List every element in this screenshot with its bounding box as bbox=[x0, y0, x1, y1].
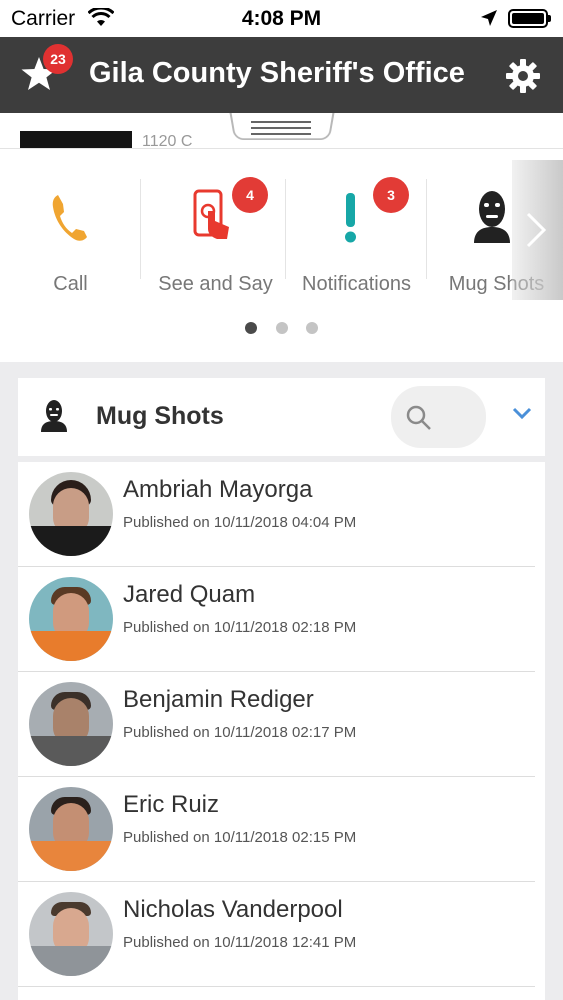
list-item[interactable]: Ambriah Mayorga Published on 10/11/2018 … bbox=[18, 462, 545, 567]
app-title: Gila County Sheriff's Office bbox=[89, 57, 465, 89]
divider bbox=[18, 986, 535, 987]
person-name: Benjamin Rediger bbox=[123, 686, 314, 713]
person-name: Ambriah Mayorga bbox=[123, 476, 313, 503]
published-date: Published on 10/11/2018 02:15 PM bbox=[123, 829, 357, 846]
action-see-and-say[interactable]: 4 See and Say bbox=[145, 149, 286, 309]
action-label: Notifications bbox=[302, 273, 411, 295]
published-date: Published on 10/11/2018 04:04 PM bbox=[123, 514, 357, 531]
search-button[interactable] bbox=[391, 386, 486, 448]
quick-actions-carousel: Call 4 See and Say 3 Notifications Mug S… bbox=[0, 148, 563, 362]
action-notifications[interactable]: 3 Notifications bbox=[286, 149, 427, 309]
battery-icon bbox=[508, 9, 551, 28]
carousel-next-button[interactable] bbox=[512, 160, 563, 300]
carousel-page-indicator[interactable] bbox=[0, 321, 563, 339]
published-date: Published on 10/11/2018 02:18 PM bbox=[123, 619, 357, 636]
see-and-say-badge: 4 bbox=[232, 177, 268, 213]
panel-title: Mug Shots bbox=[96, 402, 224, 430]
list-item[interactable]: Benjamin Rediger Published on 10/11/2018… bbox=[18, 672, 545, 777]
peek-image bbox=[20, 131, 132, 148]
list-item[interactable]: Nicholas Vanderpool Published on 10/11/2… bbox=[18, 882, 545, 987]
app-header: 23 Gila County Sheriff's Office bbox=[0, 37, 563, 113]
avatar bbox=[29, 787, 113, 871]
page-dot[interactable] bbox=[305, 322, 318, 334]
action-label: Call bbox=[53, 273, 88, 295]
chevron-right-icon bbox=[526, 212, 547, 248]
list-item[interactable]: Jared Quam Published on 10/11/2018 02:18… bbox=[18, 567, 545, 672]
avatar bbox=[29, 472, 113, 556]
mug-shots-list: Ambriah Mayorga Published on 10/11/2018 … bbox=[18, 462, 545, 1000]
search-icon bbox=[406, 405, 431, 430]
list-item[interactable]: Eric Ruiz Published on 10/11/2018 02:15 … bbox=[18, 777, 545, 882]
page-dot[interactable] bbox=[275, 322, 288, 334]
pull-down-strip: 1120 C bbox=[0, 113, 563, 148]
favorites-count-badge: 23 bbox=[43, 44, 73, 74]
avatar bbox=[29, 577, 113, 661]
drag-handle-icon[interactable] bbox=[251, 121, 311, 139]
location-arrow-icon bbox=[481, 10, 497, 26]
published-date: Published on 10/11/2018 02:17 PM bbox=[123, 724, 357, 741]
status-bar: Carrier 4:08 PM bbox=[0, 0, 563, 37]
mug-shots-panel-header: Mug Shots bbox=[18, 378, 545, 456]
action-call[interactable]: Call bbox=[0, 149, 141, 309]
avatar bbox=[29, 682, 113, 766]
clock: 4:08 PM bbox=[241, 7, 322, 30]
phone-icon bbox=[52, 195, 87, 241]
action-label: See and Say bbox=[158, 273, 273, 295]
peek-text: 1120 C bbox=[142, 133, 193, 148]
chevron-down-icon[interactable] bbox=[512, 406, 532, 420]
avatar bbox=[29, 892, 113, 976]
page-dot[interactable] bbox=[245, 322, 258, 334]
published-date: Published on 10/11/2018 12:41 PM bbox=[123, 934, 357, 951]
person-name: Nicholas Vanderpool bbox=[123, 896, 343, 923]
notifications-badge: 3 bbox=[373, 177, 409, 213]
masked-person-icon bbox=[41, 400, 67, 432]
gear-icon[interactable] bbox=[505, 58, 541, 94]
person-name: Jared Quam bbox=[123, 581, 256, 608]
person-name: Eric Ruiz bbox=[123, 791, 220, 818]
